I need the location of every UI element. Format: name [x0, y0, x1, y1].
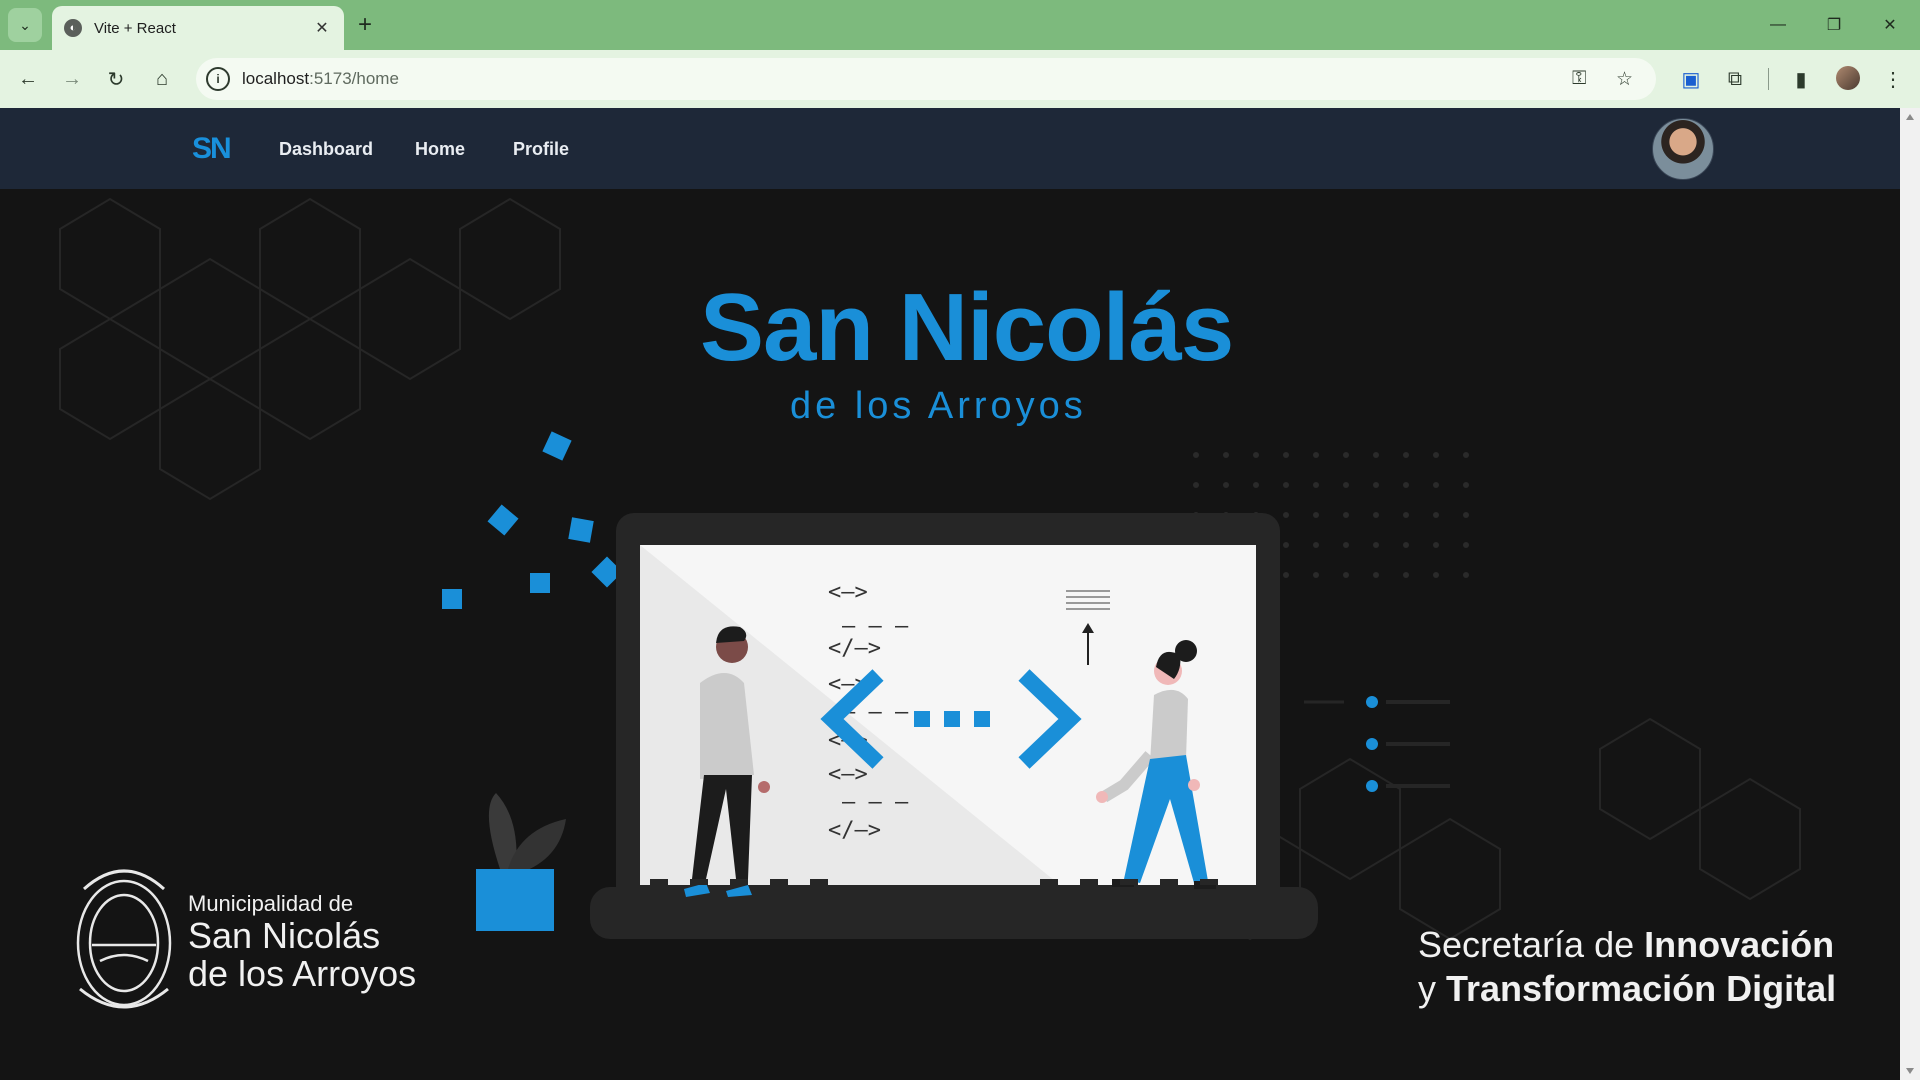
coat-of-arms-emblem — [76, 869, 172, 1009]
restore-icon[interactable]: ❐ — [1812, 8, 1856, 42]
brand-logo[interactable]: SN — [192, 132, 232, 166]
scroll-down-icon[interactable] — [1906, 1068, 1914, 1074]
forward-icon[interactable]: → — [54, 61, 90, 97]
municipality-line2: San Nicolás — [188, 915, 381, 956]
secretaria-prefix: Secretaría de — [1418, 924, 1645, 965]
url-text: localhost:5173/home — [242, 69, 399, 88]
address-bar[interactable]: i localhost:5173/home ⚿ ☆ — [196, 58, 1656, 100]
star-icon[interactable]: ☆ — [1616, 68, 1633, 91]
cast-icon[interactable]: ▣ — [1674, 62, 1708, 96]
back-icon[interactable]: ← — [10, 61, 46, 97]
browser-tab-strip: ⌄ ◐ Vite + React ✕ + — ❐ ✕ — [0, 0, 1920, 50]
user-avatar[interactable] — [1652, 118, 1714, 180]
tab-search-icon[interactable]: ⌄ — [8, 8, 42, 42]
plus-icon[interactable]: + — [350, 10, 380, 40]
municipality-text: Municipalidad de San Nicolás de los Arro… — [188, 891, 416, 993]
secretaria-text: Secretaría de Innovación y Transformació… — [1418, 923, 1836, 1011]
svg-text:</—>: </—> — [828, 636, 881, 661]
menu-icon[interactable]: ⋮ — [1876, 62, 1910, 96]
plant-pot — [476, 793, 566, 931]
logo-title: San Nicolás — [700, 274, 1234, 381]
tab-favicon-icon: ◐ — [64, 19, 82, 37]
reload-icon[interactable]: ↻ — [98, 61, 134, 97]
toolbar-separator — [1768, 68, 1769, 90]
svg-text:— — —: — — — — [842, 790, 909, 815]
browser-toolbar: ← → ↻ ⌂ i localhost:5173/home ⚿ ☆ ▣ ⧉ ▮ … — [0, 50, 1920, 108]
nav-profile[interactable]: Profile — [513, 139, 569, 160]
svg-text:<—>: <—> — [828, 580, 868, 605]
municipality-line1: Municipalidad de — [188, 891, 354, 916]
key-icon[interactable]: ⚿ — [1572, 68, 1586, 90]
secretaria-line2-prefix: y — [1418, 968, 1447, 1009]
extensions-icon[interactable]: ⧉ — [1718, 62, 1752, 96]
hero-section: <—> — — — </—> <—> — — — <—> <—> — — — <… — [0, 189, 1900, 1080]
svg-text:<—>: <—> — [828, 762, 868, 787]
browser-profile-avatar[interactable] — [1836, 66, 1860, 90]
close-window-icon[interactable]: ✕ — [1868, 8, 1912, 42]
secretaria-bold2: Transformación Digital — [1446, 968, 1837, 1009]
municipality-line3: de los Arroyos — [188, 953, 417, 994]
svg-text:</—>: </—> — [828, 818, 881, 843]
tab-title: Vite + React — [94, 19, 176, 37]
close-icon[interactable]: ✕ — [308, 14, 336, 42]
secretaria-bold1: Innovación — [1644, 924, 1835, 965]
scroll-up-icon[interactable] — [1906, 114, 1914, 120]
minimize-icon[interactable]: — — [1756, 8, 1800, 42]
sidepanel-icon[interactable]: ▮ — [1784, 62, 1818, 96]
bullet-dots — [1304, 696, 1450, 792]
home-icon[interactable]: ⌂ — [144, 61, 180, 97]
app-navbar: SN Dashboard Home Profile — [0, 108, 1900, 189]
page-scrollbar[interactable] — [1900, 108, 1920, 1080]
nav-dashboard[interactable]: Dashboard — [279, 139, 373, 160]
nav-home[interactable]: Home — [415, 139, 465, 160]
browser-tab[interactable]: ◐ Vite + React ✕ — [52, 6, 344, 50]
logo-subtitle: de los Arroyos — [790, 385, 1087, 427]
info-icon[interactable]: i — [206, 67, 230, 91]
